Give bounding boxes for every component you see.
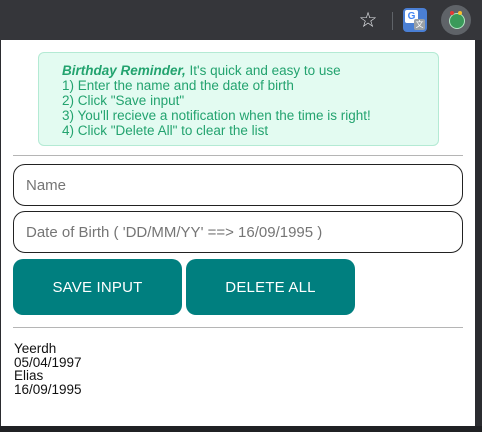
- translate-sub-glyph: 文: [414, 19, 425, 30]
- app-title: Birthday Reminder,: [62, 63, 186, 78]
- name-input[interactable]: [13, 164, 463, 206]
- instruction-step: 3) You'll recieve a notification when th…: [62, 108, 371, 123]
- birthday-reminder-extension-icon[interactable]: [441, 5, 471, 35]
- date-of-birth-input[interactable]: [13, 211, 463, 253]
- entry-name: Yeerdh: [14, 341, 57, 356]
- cake-icon: [449, 13, 465, 29]
- page-edge-right: [475, 40, 482, 432]
- delete-all-button[interactable]: DELETE ALL: [186, 259, 355, 315]
- save-input-button[interactable]: SAVE INPUT: [13, 259, 182, 315]
- birthday-list: Yeerdh 05/04/1997 Elias 16/09/1995: [14, 342, 454, 396]
- toolbar-separator: [392, 12, 393, 30]
- browser-bottom-edge: [0, 426, 482, 432]
- instruction-step: 4) Click "Delete All" to clear the list: [62, 123, 269, 138]
- divider: [13, 155, 463, 156]
- google-translate-icon[interactable]: G 文: [403, 8, 427, 32]
- instructions-box: Birthday Reminder, It's quick and easy t…: [38, 52, 439, 146]
- instruction-step: 2) Click "Save input": [62, 93, 185, 108]
- browser-toolbar: ☆ G 文: [0, 0, 482, 40]
- entry-name: Elias: [14, 368, 44, 383]
- entry-dob: 05/04/1997: [14, 354, 82, 370]
- candle-dot-icon: [458, 11, 462, 15]
- entry-dob: 16/09/1995: [14, 381, 82, 397]
- candle-dot-icon: [450, 11, 454, 15]
- extension-popup: Birthday Reminder, It's quick and easy t…: [1, 40, 475, 426]
- divider: [13, 327, 463, 328]
- instructions-heading: Birthday Reminder, It's quick and easy t…: [62, 63, 438, 78]
- bookmark-star-icon[interactable]: ☆: [357, 9, 379, 31]
- app-intro: It's quick and easy to use: [185, 63, 341, 78]
- instruction-step: 1) Enter the name and the date of birth: [62, 78, 294, 93]
